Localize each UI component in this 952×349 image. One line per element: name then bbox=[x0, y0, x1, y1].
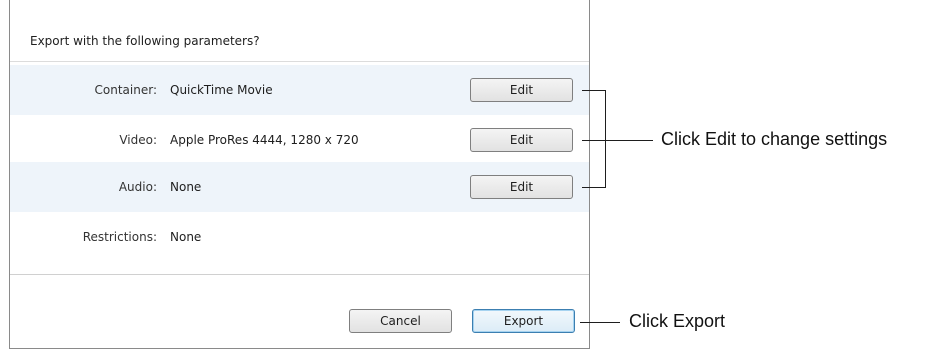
audio-row: Audio: None Edit bbox=[10, 162, 589, 212]
audio-value: None bbox=[170, 180, 202, 194]
callout-leader-edit bbox=[605, 140, 653, 141]
container-label: Container: bbox=[94, 83, 157, 97]
restrictions-label: Restrictions: bbox=[82, 230, 157, 244]
container-row: Container: QuickTime Movie Edit bbox=[10, 65, 589, 115]
callout-bracket bbox=[605, 90, 606, 188]
edit-container-button[interactable]: Edit bbox=[470, 78, 573, 102]
video-label: Video: bbox=[119, 133, 157, 147]
restrictions-row: Restrictions: None bbox=[10, 212, 589, 262]
edit-video-button[interactable]: Edit bbox=[470, 128, 573, 152]
callout-tick-container bbox=[582, 90, 605, 91]
export-dialog: Export with the following parameters? Co… bbox=[9, 0, 590, 349]
video-value: Apple ProRes 4444, 1280 x 720 bbox=[170, 133, 359, 147]
divider bbox=[10, 61, 589, 62]
edit-audio-button[interactable]: Edit bbox=[470, 175, 573, 199]
audio-label: Audio: bbox=[118, 180, 157, 194]
container-value: QuickTime Movie bbox=[170, 83, 273, 97]
cancel-button[interactable]: Cancel bbox=[349, 309, 452, 333]
dialog-prompt: Export with the following parameters? bbox=[30, 34, 260, 48]
restrictions-value: None bbox=[170, 230, 202, 244]
video-row: Video: Apple ProRes 4444, 1280 x 720 Edi… bbox=[10, 115, 589, 165]
callout-edit-text: Click Edit to change settings bbox=[661, 129, 888, 149]
callout-export-text: Click Export bbox=[629, 311, 726, 331]
export-button[interactable]: Export bbox=[472, 309, 575, 333]
footer-divider bbox=[10, 274, 589, 275]
callout-tick-video bbox=[582, 140, 605, 141]
callout-leader-export bbox=[580, 322, 620, 323]
callout-tick-audio bbox=[582, 187, 605, 188]
